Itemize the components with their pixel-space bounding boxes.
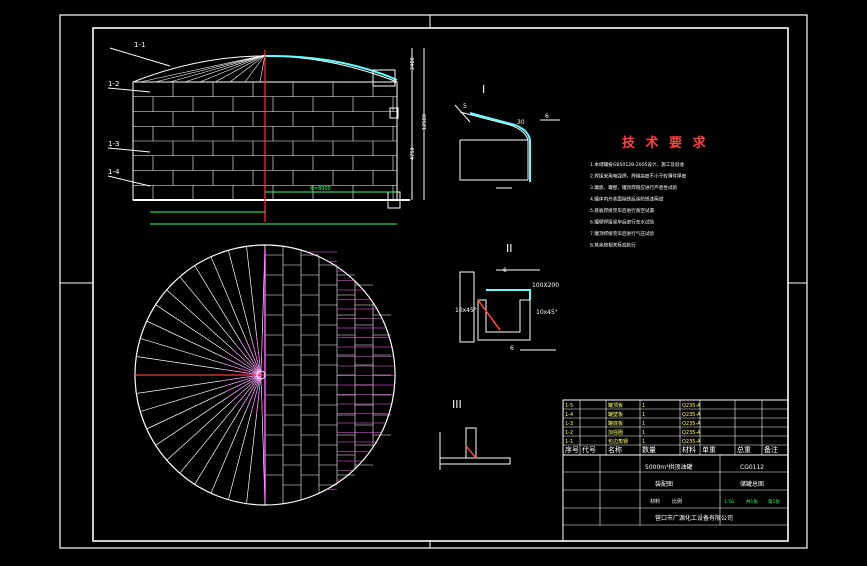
detail-iii-wall xyxy=(465,427,477,459)
tech-note: 5.底板焊接完毕后进行真空试漏 xyxy=(590,207,655,214)
header-cell: 材料 xyxy=(682,445,696,454)
detail-i-dim-6: 6 xyxy=(545,113,549,120)
parts-cell: Q235-A xyxy=(682,412,701,418)
detail-iii-base xyxy=(439,457,511,465)
detail-ii-weld xyxy=(477,299,501,331)
dim-text-vert-2: 4750 xyxy=(410,147,416,160)
header-cell: 序号 xyxy=(565,445,579,454)
title-grid: 5000m³拱顶油罐 CG0112 装配图 储罐总图材料 比例 1:50 共1张 第1张营口市… xyxy=(563,455,788,526)
parts-cell: Q235-A xyxy=(682,403,701,409)
parts-cell: Q235-A xyxy=(682,421,701,427)
small-val: 第1张 xyxy=(768,498,780,505)
parts-cell: 罐底板 xyxy=(608,420,623,427)
parts-cell: 1-1 xyxy=(565,439,573,445)
detail-label-iii: III xyxy=(452,398,462,411)
detail-ii-dim-right: 10x45° xyxy=(536,309,558,316)
detail-label-ii: II xyxy=(506,242,513,255)
material: 材料 xyxy=(650,498,660,505)
parts-cell: 1-4 xyxy=(565,412,573,418)
header-cell: 数量 xyxy=(642,445,656,454)
header-cell: 总重 xyxy=(737,445,751,454)
tech-note: 2.焊接采用电弧焊，焊缝高度不小于较薄件厚度 xyxy=(590,173,687,180)
detail-iii: III xyxy=(439,398,511,470)
cad-drawing-viewport[interactable]: 1-1 1-2 1-3 1-4 Φ=8000 2480 4750 12500 I… xyxy=(0,0,867,562)
detail-label-i: I xyxy=(482,83,485,96)
company: 营口市广源化工设备有限公司 xyxy=(655,514,733,522)
leader-4 xyxy=(107,175,151,187)
detail-i-dim-30: 30 xyxy=(517,119,525,126)
tech-note: 7.罐顶焊接完毕后进行气压试验 xyxy=(590,230,655,237)
outer-frame xyxy=(59,14,808,549)
header-cell: 单重 xyxy=(702,445,716,454)
roof-ray xyxy=(139,54,266,83)
parts-list-header: 序号 代号 名称 数量 材料 单重 总重 备注 xyxy=(563,445,788,456)
tech-notes: 1.本储罐按GB50128-2005设计、施工及验收 2.焊接采用电弧焊，焊缝高度… xyxy=(590,161,687,249)
roof-rays xyxy=(139,54,266,83)
parts-cell: 加强圈 xyxy=(608,429,623,436)
roof-section-line xyxy=(264,54,398,81)
tank-elevation-view: 1-1 1-2 1-3 1-4 Φ=8000 2480 4750 12500 xyxy=(107,41,428,225)
section-label-3: 1-3 xyxy=(108,140,119,148)
detail-i: I 5 30 6 xyxy=(454,83,560,189)
tech-note: 1.本储罐按GB50128-2005设计、施工及验收 xyxy=(590,161,685,168)
section-label-1: 1-1 xyxy=(134,41,145,49)
parts-cell: 1-2 xyxy=(565,430,573,436)
parts-cell: Q235-A xyxy=(682,439,701,445)
scale: 比例 xyxy=(672,498,682,505)
detail-ii-dim-main: 100X200 xyxy=(532,282,559,289)
header-cell: 备注 xyxy=(764,445,778,454)
detail-ii-dim-6b: 6 xyxy=(510,345,514,352)
parts-cell: 1 xyxy=(642,430,645,436)
roof-ray xyxy=(259,54,266,83)
sheet-title: 装配图 xyxy=(655,480,673,488)
leader-3 xyxy=(107,147,151,153)
parts-cell: 罐壁板 xyxy=(608,411,623,418)
tech-note: 4.罐体内外表面除锈后涂防锈漆两道 xyxy=(590,196,664,203)
drawing-no: CG0112 xyxy=(740,464,764,471)
drawing-canvas[interactable]: 1-1 1-2 1-3 1-4 Φ=8000 2480 4750 12500 I… xyxy=(0,0,867,562)
section-label-4: 1-4 xyxy=(108,168,120,176)
header-cell: 代号 xyxy=(582,445,596,454)
parts-cell: 包边角钢 xyxy=(608,438,628,445)
detail-i-dim-5: 5 xyxy=(463,103,467,110)
tech-title: 技 术 要 求 xyxy=(622,135,709,151)
parts-cell: 罐顶板 xyxy=(608,402,623,409)
detail-ii-ring xyxy=(486,289,531,300)
small-val: 共1张 xyxy=(746,498,758,505)
drawing-name: 5000m³拱顶油罐 xyxy=(645,463,693,471)
detail-iii-weld xyxy=(465,445,477,459)
parts-list: 1-5 罐顶板 1 Q235-A 1-4 罐壁板 1 Q235-A 1-3 罐底板 1 Q235-A 1… xyxy=(562,400,789,455)
leader-1 xyxy=(109,47,171,67)
leader-2 xyxy=(107,87,151,93)
dim-text-radius: Φ=8000 xyxy=(310,186,331,192)
detail-ii-dim-left: 10x45° xyxy=(455,307,477,314)
header-cell: 名称 xyxy=(608,445,622,454)
parts-cell: Q235-A xyxy=(682,430,701,436)
part-name: 储罐总图 xyxy=(740,480,764,488)
parts-cell: 1 xyxy=(642,439,645,445)
dim-text-vert-3: 12500 xyxy=(422,114,428,130)
dim-text-vert-1: 2480 xyxy=(410,57,416,70)
parts-cell: 1 xyxy=(642,412,645,418)
tech-note: 8.其余按相关标准执行 xyxy=(590,242,636,249)
section-leaders: 1-1 1-2 1-3 1-4 xyxy=(107,41,171,187)
section-label-2: 1-2 xyxy=(108,80,119,88)
tank-plan-view xyxy=(134,244,396,506)
parts-cell: 1-5 xyxy=(565,403,573,409)
tech-note: 6.罐壁焊接完毕后进行充水试验 xyxy=(590,219,655,226)
parts-cell: 1 xyxy=(642,403,645,409)
detail-ii-angle xyxy=(477,299,531,341)
roof-ray xyxy=(184,54,266,83)
parts-cell: 1 xyxy=(642,421,645,427)
parts-cell: 1-3 xyxy=(565,421,573,427)
detail-ii: II 100X200 10x45° 10x45° 6 6 xyxy=(455,242,559,352)
technical-requirements: 技 术 要 求 1.本储罐按GB50128-2005设计、施工及验收 2.焊接采用… xyxy=(590,135,709,249)
small-val: 1:50 xyxy=(724,499,734,505)
tech-note: 3.罐底、罐壁、罐顶焊缝应进行严密性试验 xyxy=(590,184,677,191)
title-block: 1-5 罐顶板 1 Q235-A 1-4 罐壁板 1 Q235-A 1-3 罐底板 1 Q235-A 1… xyxy=(562,399,789,542)
bottom-plan-plates xyxy=(264,245,395,505)
